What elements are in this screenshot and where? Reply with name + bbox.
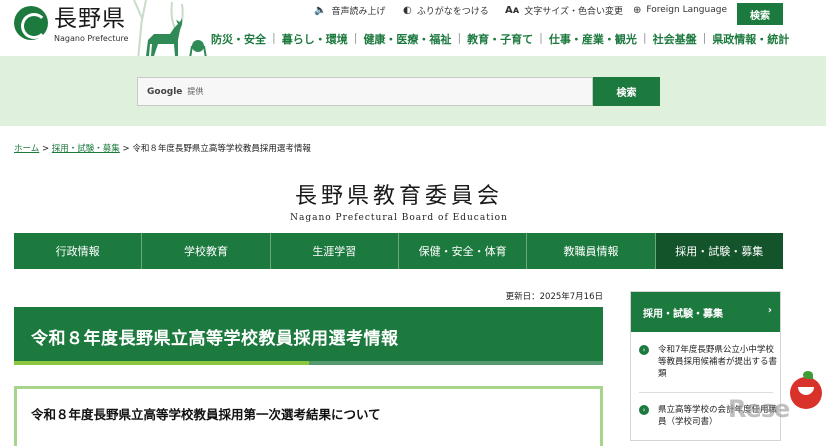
logo-subtitle: Nagano Prefecture — [54, 34, 129, 43]
chevron-right-icon: › — [767, 305, 772, 316]
speaker-icon: 🔈 — [314, 4, 327, 16]
gnav-item-infrastructure[interactable]: 社会基盤 — [649, 31, 701, 47]
board-tab-staff-info[interactable]: 教職員情報 — [527, 233, 656, 269]
board-tab-school-education[interactable]: 学校教育 — [142, 233, 271, 269]
section-box: 令和８年度長野県立高等学校教員採用第一次選考結果について — [14, 386, 603, 446]
logo-title: 長野県 — [54, 6, 126, 32]
page-title: 令和８年度長野県立高等学校教員採用選考情報 — [31, 329, 399, 349]
search-band: Google 提供 検索 — [0, 56, 826, 126]
side-menu-item-label: 令和7年度長野県公立小中学校等教員採用候補者が提出する書類 — [658, 345, 778, 379]
prefecture-emblem-icon — [14, 6, 48, 40]
site-logo[interactable]: 長野県 Nagano Prefecture — [14, 6, 128, 43]
foreign-language-link[interactable]: ⊕ Foreign Language — [633, 2, 727, 18]
apple-mascot-icon — [790, 371, 822, 409]
site-search-button[interactable]: 検索 — [593, 77, 660, 106]
side-menu-heading-label: 採用・試験・募集 — [643, 308, 723, 320]
gnav-item-health-welfare[interactable]: 健康・医療・福祉 — [359, 31, 455, 47]
arrow-circle-icon: › — [639, 345, 649, 355]
board-tab-lifelong-learning[interactable]: 生涯学習 — [271, 233, 399, 269]
breadcrumb-home-link[interactable]: ホーム — [14, 144, 39, 154]
gnav-item-government-stats[interactable]: 県政情報・統計 — [708, 31, 793, 47]
gnav-item-work-industry[interactable]: 仕事・産業・観光 — [545, 31, 641, 47]
gnav-item-living-environment[interactable]: 暮らし・環境 — [278, 31, 352, 47]
search-provider: Google — [147, 86, 183, 97]
section-title: 令和８年度長野県立高等学校教員採用第一次選考結果について — [31, 407, 381, 422]
text-size-label: 文字サイズ・色合い変更 — [524, 6, 623, 17]
furigana-icon: ◐ — [403, 4, 412, 16]
breadcrumb-current: 令和８年度長野県立高等学校教員採用選考情報 — [132, 144, 311, 154]
header-search-button[interactable]: 検索 — [737, 3, 783, 25]
board-tab-health-safety-pe[interactable]: 保健・安全・体育 — [399, 233, 528, 269]
side-menu-heading[interactable]: 採用・試験・募集 › — [631, 292, 780, 332]
foreign-language-label: Foreign Language — [646, 5, 727, 15]
side-menu-item[interactable]: › 令和7年度長野県公立小中学校等教員採用候補者が提出する書類 — [639, 344, 777, 380]
watermark-text-icon: Rese — [728, 395, 790, 423]
title-underline-accent — [14, 361, 309, 365]
globe-icon: ⊕ — [633, 4, 642, 16]
board-tab-recruitment[interactable]: 採用・試験・募集 — [655, 233, 783, 269]
global-nav: 防災・安全 | 暮らし・環境 | 健康・医療・福祉 | 教育・子育て | 仕事・産業・観… — [207, 31, 793, 47]
furigana-label: ふりがなをつける — [416, 6, 489, 17]
site-search-input[interactable]: Google 提供 — [137, 77, 593, 106]
board-subtitle: Nagano Prefectural Board of Education — [290, 213, 508, 223]
board-nav: 行政情報 学校教育 生涯学習 保健・安全・体育 教職員情報 採用・試験・募集 — [14, 233, 783, 269]
breadcrumb-parent-link[interactable]: 採用・試験・募集 — [52, 144, 120, 154]
text-size-icon: Aᴀ — [505, 4, 520, 16]
page-title-banner: 令和８年度長野県立高等学校教員採用選考情報 — [14, 307, 603, 365]
watermark-logo: Rese — [728, 371, 826, 430]
read-aloud-label: 音声読み上げ — [331, 6, 386, 17]
site-header: 長野県 Nagano Prefecture 🔈 音声読み上げ ◐ ふりがなをつけ… — [0, 0, 826, 60]
furigana-link[interactable]: ◐ ふりがなをつける — [403, 2, 489, 18]
read-aloud-link[interactable]: 🔈 音声読み上げ — [314, 2, 385, 18]
breadcrumb-separator: > — [41, 144, 50, 154]
arrow-circle-icon: › — [639, 405, 649, 415]
breadcrumb-separator: > — [122, 144, 130, 154]
text-size-link[interactable]: Aᴀ 文字サイズ・色合い変更 — [505, 2, 623, 18]
board-banner[interactable]: 長野県教育委員会 Nagano Prefectural Board of Edu… — [0, 178, 798, 223]
title-underline — [309, 361, 603, 365]
deer-illustration-icon — [133, 0, 207, 60]
breadcrumb: ホーム > 採用・試験・募集 > 令和８年度長野県立高等学校教員採用選考情報 — [14, 142, 311, 154]
gnav-item-education-childcare[interactable]: 教育・子育て — [463, 31, 537, 47]
gnav-item-disaster-safety[interactable]: 防災・安全 — [207, 31, 270, 47]
updated-date: 更新日：2025年7月16日 — [505, 292, 603, 302]
board-tab-administration[interactable]: 行政情報 — [14, 233, 143, 269]
board-title: 長野県教育委員会 — [294, 184, 503, 209]
search-provider-suffix: 提供 — [187, 87, 204, 96]
